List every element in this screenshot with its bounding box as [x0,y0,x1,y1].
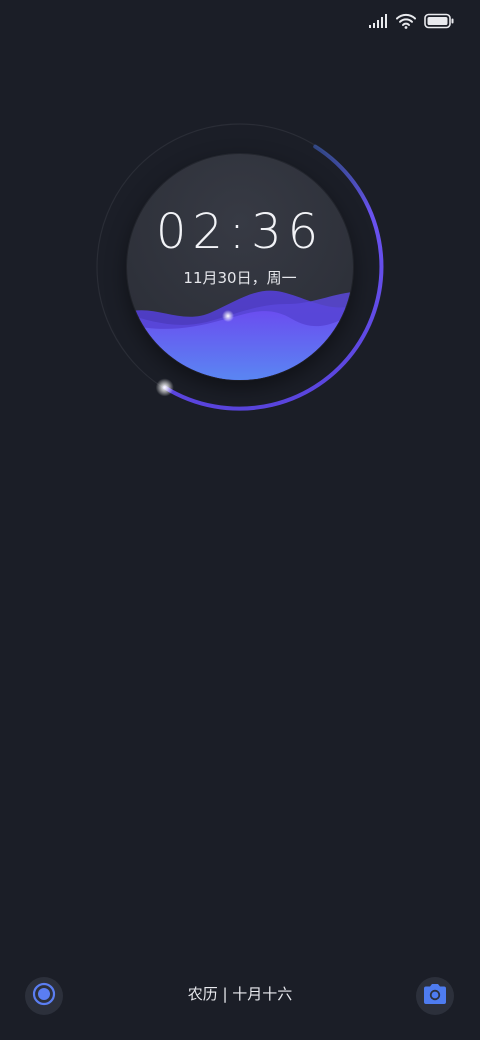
camera-button[interactable] [416,977,454,1015]
clock-time: 02:36 [155,204,325,260]
signal-bars-icon [368,14,388,28]
status-bar [368,10,454,32]
wave-decoration [127,290,353,380]
battery-full-icon [424,13,454,29]
clock-date: 11月30日，周一 [183,269,297,287]
lunar-date: 农历 | 十月十六 [187,985,293,1003]
clock-widget[interactable]: 02:36 11月30日，周一 [80,108,400,428]
clock-face: 02:36 11月30日，周一 [127,154,353,380]
wifi-icon [396,13,416,29]
lock-screen: 02:36 11月30日，周一 农历 | 十月十六 [0,0,480,1040]
camera-icon [423,983,447,1009]
